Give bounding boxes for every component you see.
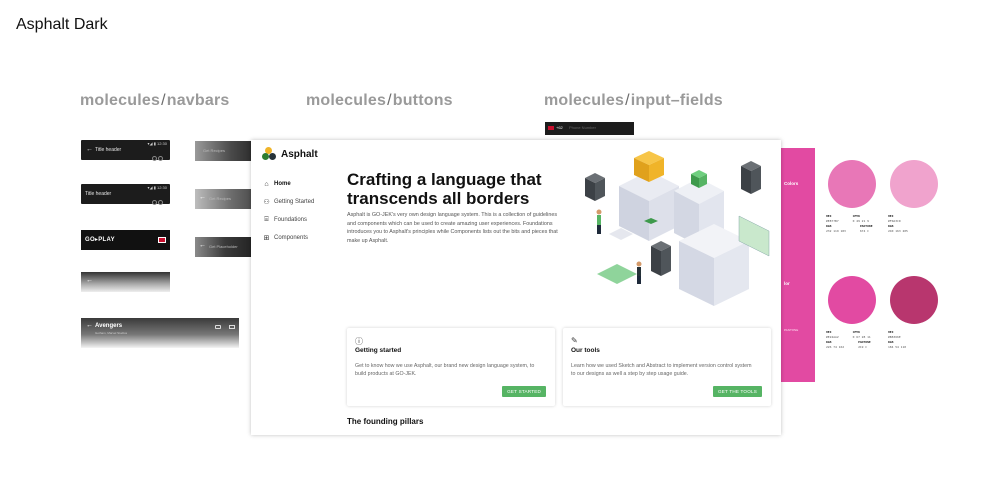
hero-description: Asphalt is GO-JEK's very own design lang… — [347, 212, 558, 244]
card-getting-started: ⓘ Getting started Get to know how we use… — [347, 328, 555, 406]
sidebar-item-home[interactable]: ⌂ Home — [262, 175, 314, 193]
action-icons[interactable] — [151, 148, 165, 161]
back-arrow-icon[interactable]: ← — [86, 146, 93, 153]
sidebar-item-components[interactable]: ⊞ Components — [262, 229, 314, 247]
section-label-buttons: molecules/buttons — [306, 92, 453, 109]
founding-pillars-heading: The founding pillars — [347, 417, 424, 426]
color-swatch-4: HEX #B8366E RGB 184 54 110 — [888, 276, 938, 370]
search-navbar-sample-3[interactable]: ← Get Placeholder — [195, 237, 255, 257]
back-arrow-icon[interactable]: ← — [199, 242, 206, 249]
navbar-sample-logo[interactable]: GO▸PLAY — [81, 230, 170, 250]
swatch-spec: HEX #E877B7 CMYK 0 49 21 9 RGB 232 119 183 PA… — [826, 214, 873, 233]
navbar-sample-back[interactable]: ▾◢ ▮ 12:30 ← Title header — [81, 140, 170, 161]
color-swatch-2: HEX #F0A3CD RGB 240 163 205 — [888, 160, 938, 254]
pencil-icon: ✎ — [571, 336, 578, 345]
asphalt-logo-icon — [262, 147, 276, 161]
search-navbar-sample-2[interactable]: ← Get Recipes — [195, 189, 255, 209]
uk-flag-icon[interactable] — [158, 237, 166, 243]
asphalt-website-preview: Asphalt ⌂ Home ⚇ Getting Started ⌸ Foundati… — [251, 140, 781, 435]
isometric-illustration — [585, 151, 770, 306]
navbar-sample-avengers: ← Avengers Gotham, Marvel Studios — [81, 318, 239, 348]
status-bar-icons: ▾◢ ▮ 12:30 — [147, 141, 167, 146]
question-icon: ⓘ — [355, 337, 363, 346]
people-icon: ⚇ — [263, 199, 270, 206]
color-spec-panel: Colors lor PANTONE — [781, 148, 815, 382]
section-label-navbars: molecules/navbars — [80, 92, 230, 109]
swatch-spec: HEX #E24AA2 CMYK 0 67 28 11 RGB 226 74 162 PA… — [826, 330, 871, 349]
navbar-sample-gradient: ← — [81, 272, 170, 292]
get-started-button[interactable]: GET STARTED — [502, 386, 546, 397]
back-arrow-icon[interactable]: ← — [86, 277, 93, 284]
section-label-input-fields: molecules/input–fields — [544, 92, 723, 109]
search-navbar-sample-1[interactable]: Get Recipes — [195, 141, 255, 161]
hero-title: Crafting a language that transcends all … — [347, 170, 542, 208]
phone-input-sample[interactable]: +62 Phone Number — [545, 122, 634, 135]
navbar-sample-plain[interactable]: ▾◢ ▮ 12:30 Title header — [81, 184, 170, 205]
color-swatch-1: HEX #E877B7 CMYK 0 49 21 9 RGB 232 119 183 PA… — [826, 160, 886, 254]
swatch-spec: HEX #B8366E RGB 184 54 110 — [888, 330, 907, 349]
sidebar-item-foundations[interactable]: ⌸ Foundations — [262, 211, 314, 229]
home-icon: ⌂ — [264, 180, 269, 188]
sidebar-item-getting-started[interactable]: ⚇ Getting Started — [262, 193, 314, 211]
grid-icon: ⊞ — [263, 235, 270, 242]
color-swatch-3: HEX #E24AA2 CMYK 0 67 28 11 RGB 226 74 162 PA… — [826, 276, 886, 370]
swatch-spec: HEX #F0A3CD RGB 240 163 205 — [888, 214, 908, 233]
swatch-circle — [890, 160, 938, 208]
site-logo[interactable]: Asphalt — [262, 147, 318, 161]
goplay-logo: GO▸PLAY — [85, 237, 115, 243]
back-arrow-icon[interactable]: ← — [199, 194, 206, 201]
get-the-tools-button[interactable]: GET THE TOOLS — [712, 386, 762, 397]
cast-icon[interactable] — [215, 325, 221, 329]
share-icon[interactable] — [229, 325, 235, 329]
site-sidebar: ⌂ Home ⚇ Getting Started ⌸ Foundations ⊞ Com… — [262, 175, 314, 247]
back-arrow-icon[interactable]: ← — [86, 322, 93, 329]
swatch-circle — [828, 276, 876, 324]
card-our-tools: ✎ Our tools Learn how we used Sketch and… — [563, 328, 771, 406]
status-bar-icons: ▾◢ ▮ 12:30 — [147, 185, 167, 190]
action-icons[interactable] — [151, 192, 165, 205]
indonesia-flag-icon — [548, 126, 554, 130]
building-icon: ⌸ — [264, 216, 269, 223]
page-title: Asphalt Dark — [16, 16, 108, 33]
swatch-circle — [890, 276, 938, 324]
swatch-circle — [828, 160, 876, 208]
